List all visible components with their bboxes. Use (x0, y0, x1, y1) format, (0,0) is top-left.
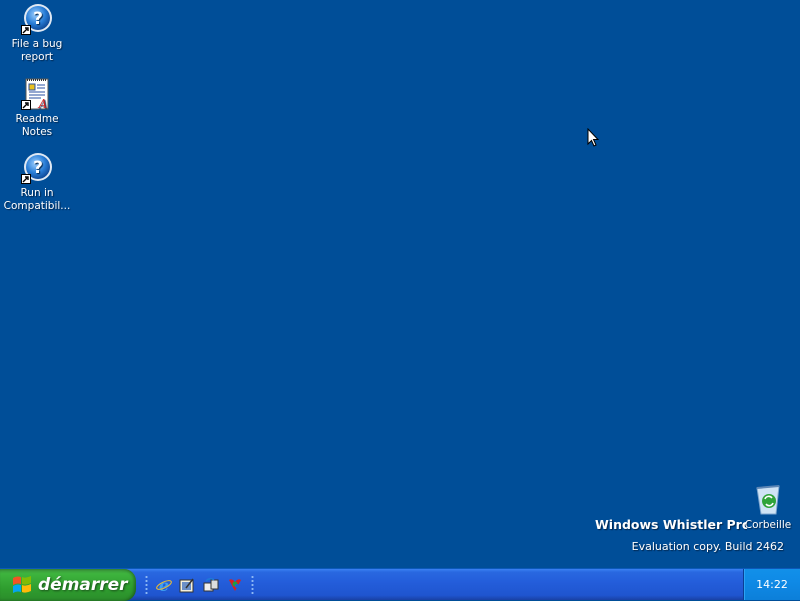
desktop-icon[interactable] (179, 577, 195, 593)
start-label: démarrer (38, 575, 128, 595)
desktop-icon-file-bug-report[interactable]: ? File a bug report (0, 3, 74, 64)
help-icon: ? (21, 152, 53, 184)
system-tray: 14:22 (743, 569, 800, 600)
watermark-subtitle: Evaluation copy. Build 2462 (631, 540, 784, 553)
svg-text:e: e (159, 577, 169, 593)
recycle-bin-label: Corbeille (744, 519, 792, 531)
icon-label-line1: Run in (20, 187, 54, 199)
document-icon: A (21, 78, 53, 111)
help-icon: ? (21, 3, 53, 35)
start-button[interactable]: démarrer (0, 569, 136, 601)
svg-text:?: ? (33, 9, 43, 29)
desktop-icon-run-in-compatibility[interactable]: ? Run in Compatibil... (0, 152, 74, 213)
shortcut-arrow-icon (21, 25, 31, 35)
icon-label-line2: report (20, 51, 54, 63)
ie-icon[interactable]: e (156, 576, 172, 595)
desktop: ? File a bug report A Readme Notes ? Run… (0, 0, 800, 568)
desktop-icon-recycle-bin[interactable]: Corbeille (735, 484, 800, 532)
watermark-title: Windows Whistler Professional (595, 517, 747, 532)
recycle-bin-icon (752, 484, 784, 516)
icon-label-line1: Readme Notes (15, 113, 59, 138)
icon-label-line2: Compatibil... (3, 200, 71, 212)
mouse-cursor-icon (587, 127, 600, 152)
shortcut-arrow-icon (21, 174, 31, 184)
taskbar-grip[interactable] (251, 575, 254, 595)
windows-flag-icon (12, 574, 32, 596)
desktop-icon-readme-notes[interactable]: A Readme Notes (0, 78, 74, 139)
taskbar: démarrer e 14:22 (0, 568, 800, 601)
svg-text:?: ? (33, 158, 43, 178)
media-icon[interactable] (227, 577, 243, 593)
network-icon[interactable] (203, 577, 219, 593)
shortcut-arrow-icon (21, 100, 31, 110)
quick-launch-grip[interactable] (145, 575, 148, 595)
svg-text:A: A (38, 97, 48, 110)
clock[interactable]: 14:22 (756, 578, 788, 591)
icon-label-line1: File a bug (11, 38, 63, 50)
